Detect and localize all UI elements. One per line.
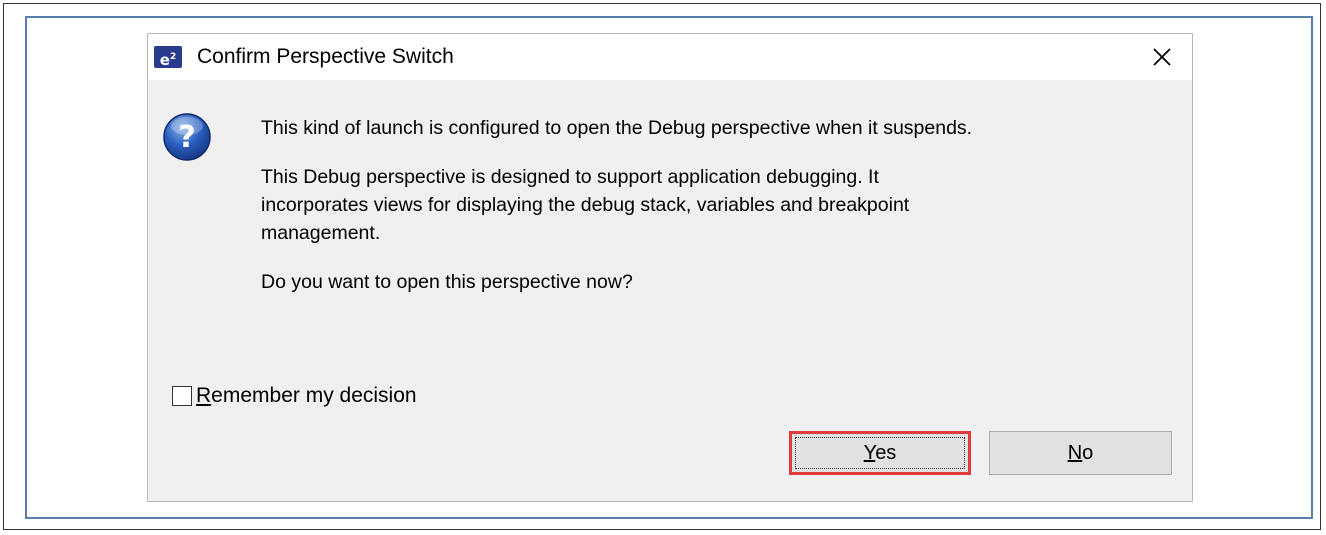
message-line: This Debug perspective is designed to su… [261,166,879,188]
e2-studio-icon: e2 [154,46,182,69]
no-button[interactable]: No [989,431,1172,475]
message-line: incorporates views for displaying the de… [261,194,910,216]
dialog-message: This kind of launch is configured to ope… [261,114,1171,296]
question-icon: ? [162,112,212,162]
svg-text:?: ? [178,120,195,155]
dialog-titlebar: e2 Confirm Perspective Switch [148,34,1192,80]
question-text: Do you want to open this perspective now… [261,271,633,293]
yes-button[interactable]: Yes [789,431,971,475]
confirm-perspective-dialog: e2 Confirm Perspective Switch ? This kin… [147,33,1193,502]
yes-button-label: Yes [863,441,897,464]
dialog-title: Confirm Perspective Switch [197,45,454,68]
message-line: This kind of launch is configured to ope… [261,117,973,139]
message-line: management. [261,222,381,244]
no-button-label: No [1067,441,1094,464]
remember-decision-label: Remember my decision [196,384,417,407]
close-button[interactable] [1146,42,1178,72]
remember-decision-checkbox[interactable]: Remember my decision [172,384,417,408]
checkbox-box[interactable] [172,386,192,406]
close-icon [1153,48,1171,66]
